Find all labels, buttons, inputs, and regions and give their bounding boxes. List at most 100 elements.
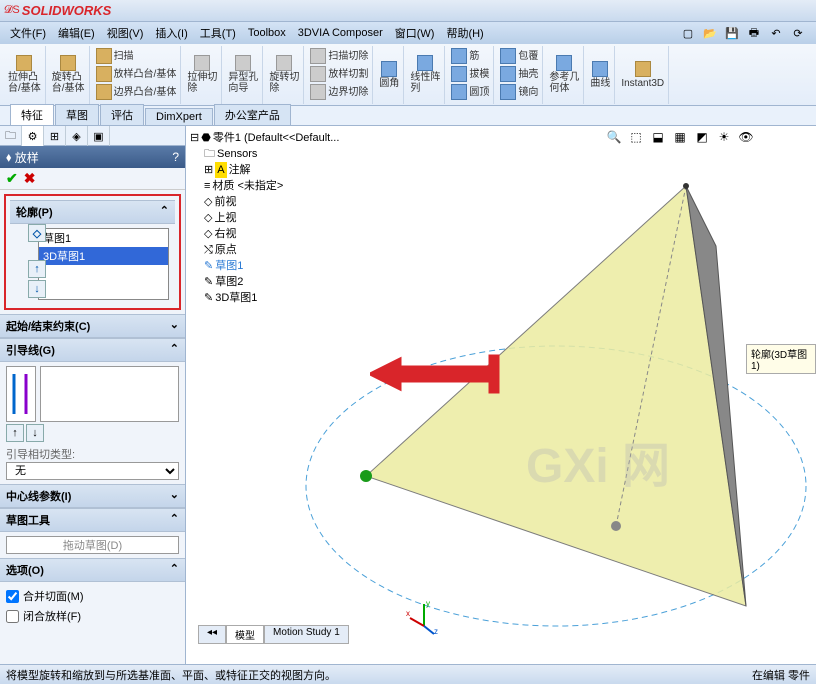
model-canvas[interactable]: [186, 126, 816, 664]
mirror-button[interactable]: 镜向: [500, 84, 538, 102]
display-manager-tab-icon[interactable]: ▣: [88, 126, 110, 146]
profile-item-1[interactable]: 草图1: [39, 229, 168, 247]
profiles-section-highlight: 轮廓(P)⌃ ◇ 草图1 3D草图1 ↑ ↓: [4, 194, 181, 310]
sweep-button[interactable]: 扫描: [96, 48, 134, 66]
tab-evaluate[interactable]: 评估: [100, 104, 144, 125]
extrude-boss-button[interactable]: 拉伸凸 台/基体: [8, 55, 41, 94]
options-header[interactable]: 选项(O)⌃: [0, 558, 185, 582]
fillet-button[interactable]: 圆角: [379, 61, 399, 89]
boundary-button[interactable]: 边界凸台/基体: [96, 84, 177, 102]
tab-office[interactable]: 办公室产品: [214, 104, 291, 125]
property-title: ⬧ 放样 ?: [0, 146, 185, 168]
dimxpert-tab-icon[interactable]: ◈: [66, 126, 88, 146]
menu-toolbox[interactable]: Toolbox: [242, 25, 292, 41]
tab-sketch[interactable]: 草图: [55, 104, 99, 125]
status-message: 将模型旋转和缩放到与所选基准面、平面、或特征正交的视图方向。: [6, 667, 336, 683]
help-icon[interactable]: ?: [172, 150, 179, 164]
undo-icon[interactable]: ↶: [766, 24, 786, 42]
manager-tabs: 🗀 ⚙ ⊞ ◈ ▣: [0, 126, 185, 146]
guide-type-select[interactable]: 无: [6, 462, 179, 480]
ok-button[interactable]: ✔: [6, 170, 18, 187]
drag-sketch-button[interactable]: 拖动草图(D): [6, 536, 179, 554]
move-down-button[interactable]: ↓: [28, 280, 46, 298]
menu-window[interactable]: 窗口(W): [389, 23, 441, 43]
curves-button[interactable]: 曲线: [590, 61, 610, 89]
property-manager: 🗀 ⚙ ⊞ ◈ ▣ ⬧ 放样 ? ✔ ✖ 轮廓(P)⌃ ◇: [0, 126, 186, 664]
bottom-tab-motion[interactable]: Motion Study 1: [264, 625, 349, 644]
cut-revolve-button[interactable]: 旋转切 除: [269, 55, 299, 94]
menu-tools[interactable]: 工具(T): [194, 23, 242, 43]
centerline-header[interactable]: 中心线参数(I)⌄: [0, 484, 185, 508]
linear-pattern-button[interactable]: 线性阵 列: [410, 55, 440, 94]
menu-file[interactable]: 文件(F): [4, 23, 52, 43]
menu-insert[interactable]: 插入(I): [149, 23, 193, 43]
guide-up-button[interactable]: ↑: [6, 424, 24, 442]
cut-loft-button[interactable]: 放样切割: [310, 66, 368, 84]
chevron-up-icon: ⌃: [170, 342, 179, 358]
guides-header[interactable]: 引导线(G)⌃: [0, 338, 185, 362]
profile-callout-label[interactable]: 轮廓(3D草图1): [746, 344, 816, 374]
rebuild-icon[interactable]: ⟳: [788, 24, 808, 42]
confirm-row: ✔ ✖: [0, 168, 185, 190]
move-up-button[interactable]: ↑: [28, 260, 46, 278]
guide-preview-icon: [6, 366, 36, 422]
dome-button[interactable]: 圆顶: [451, 84, 489, 102]
menu-view[interactable]: 视图(V): [101, 23, 150, 43]
ref-geometry-button[interactable]: 参考几 何体: [549, 55, 579, 94]
bottom-tab-model[interactable]: 模型: [226, 625, 264, 644]
ribbon: 拉伸凸 台/基体 旋转凸 台/基体 扫描 放样凸台/基体 边界凸台/基体 拉伸切…: [0, 44, 816, 106]
chevron-down-icon: ⌄: [170, 318, 179, 334]
rib-button[interactable]: 筋: [451, 48, 479, 66]
logo-ds-icon: 𝓓S: [4, 4, 20, 17]
tab-features[interactable]: 特征: [10, 104, 54, 125]
new-icon[interactable]: ▢: [678, 24, 698, 42]
chevron-down-icon: ⌄: [170, 488, 179, 504]
chevron-up-icon: ⌃: [160, 204, 169, 220]
chevron-up-icon: ⌃: [170, 562, 179, 578]
save-icon[interactable]: 💾: [722, 24, 742, 42]
cut-boundary-button[interactable]: 边界切除: [310, 84, 368, 102]
draft-button[interactable]: 拔模: [451, 66, 489, 84]
instant3d-button[interactable]: Instant3D: [621, 61, 664, 89]
guide-down-button[interactable]: ↓: [26, 424, 44, 442]
menu-help[interactable]: 帮助(H): [440, 23, 489, 43]
annotation-arrow: [370, 354, 500, 404]
revolve-boss-button[interactable]: 旋转凸 台/基体: [52, 55, 85, 94]
title-bar: 𝓓S SOLIDWORKS: [0, 0, 816, 22]
profile-rhombus-icon[interactable]: ◇: [28, 224, 46, 242]
cut-sweep-button[interactable]: 扫描切除: [310, 48, 368, 66]
sketchtools-header[interactable]: 草图工具⌃: [0, 508, 185, 532]
property-manager-tab-icon[interactable]: ⚙: [22, 126, 44, 146]
constraints-header[interactable]: 起始/结束约束(C)⌄: [0, 314, 185, 338]
close-checkbox[interactable]: [6, 610, 19, 623]
config-manager-tab-icon[interactable]: ⊞: [44, 126, 66, 146]
profiles-header[interactable]: 轮廓(P)⌃: [10, 200, 175, 224]
close-checkbox-row[interactable]: 闭合放样(F): [6, 606, 179, 626]
view-triad[interactable]: y x z: [404, 596, 444, 636]
print-icon[interactable]: 🖶: [744, 24, 764, 42]
guides-list[interactable]: [40, 366, 179, 422]
menu-edit[interactable]: 编辑(E): [52, 23, 101, 43]
command-tabs: 特征 草图 评估 DimXpert 办公室产品: [0, 106, 816, 126]
tab-dimxpert[interactable]: DimXpert: [145, 108, 213, 125]
cancel-button[interactable]: ✖: [24, 170, 36, 187]
open-icon[interactable]: 📂: [700, 24, 720, 42]
profile-item-2[interactable]: 3D草图1: [39, 247, 168, 265]
profiles-list[interactable]: 草图1 3D草图1: [38, 228, 169, 300]
feature-manager-tab-icon[interactable]: 🗀: [0, 126, 22, 146]
svg-text:y: y: [426, 599, 430, 608]
wrap-button[interactable]: 包覆: [500, 48, 538, 66]
menu-composer[interactable]: 3DVIA Composer: [292, 25, 389, 41]
status-bar: 将模型旋转和缩放到与所选基准面、平面、或特征正交的视图方向。 在编辑 零件: [0, 664, 816, 684]
graphics-area[interactable]: 🔍 ⬚ ⬓ ▦ ◩ ☀ 👁 ⊟⬣零件1 (Default<<Default...…: [186, 126, 816, 664]
loft-button[interactable]: 放样凸台/基体: [96, 66, 177, 84]
svg-text:z: z: [434, 627, 438, 636]
bottom-tab-nav-left[interactable]: ◂◂: [198, 625, 226, 644]
merge-checkbox[interactable]: [6, 590, 19, 603]
shell-button[interactable]: 抽壳: [500, 66, 538, 84]
merge-checkbox-row[interactable]: 合并切面(M): [6, 586, 179, 606]
svg-text:x: x: [406, 609, 410, 618]
hole-wizard-button[interactable]: 异型孔 向导: [228, 55, 258, 94]
status-mode: 在编辑 零件: [752, 667, 810, 683]
cut-extrude-button[interactable]: 拉伸切 除: [187, 55, 217, 94]
